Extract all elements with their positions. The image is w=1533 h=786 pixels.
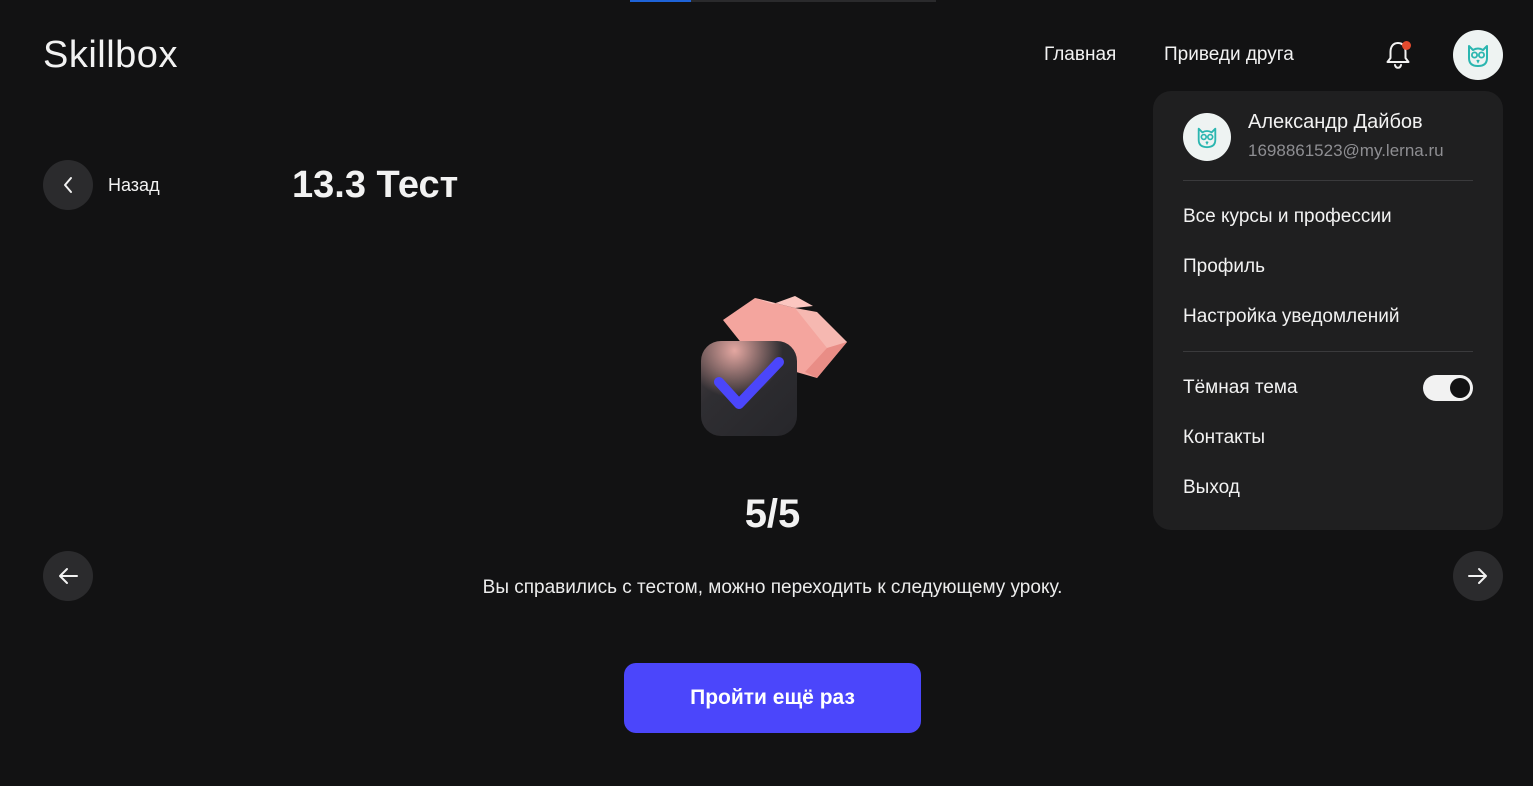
retry-test-button[interactable]: Пройти ещё раз	[624, 663, 921, 733]
menu-divider	[1183, 351, 1473, 352]
user-name: Александр Дайбов	[1248, 111, 1423, 133]
menu-divider	[1183, 180, 1473, 181]
nav-home-link[interactable]: Главная	[1044, 44, 1116, 66]
menu-item-logout[interactable]: Выход	[1183, 477, 1240, 499]
back-button[interactable]	[43, 160, 93, 210]
owl-avatar-icon	[1468, 45, 1488, 67]
menu-item-contacts[interactable]: Контакты	[1183, 427, 1265, 449]
user-menu-avatar	[1183, 113, 1231, 161]
top-progress-bar	[630, 0, 936, 2]
menu-item-notification-settings[interactable]: Настройка уведомлений	[1183, 306, 1399, 328]
completion-message: Вы справились с тестом, можно переходить…	[482, 577, 1063, 598]
page-title: 13.3 Тест	[292, 164, 459, 206]
back-label[interactable]: Назад	[108, 175, 160, 196]
user-avatar-button[interactable]	[1453, 30, 1503, 80]
test-complete-illustration	[701, 296, 847, 436]
top-progress-fill	[630, 0, 692, 2]
nav-invite-friend-link[interactable]: Приведи друга	[1164, 44, 1294, 66]
menu-item-dark-theme: Тёмная тема	[1183, 377, 1298, 398]
chevron-left-icon	[64, 177, 72, 193]
menu-item-profile[interactable]: Профиль	[1183, 256, 1265, 278]
owl-avatar-icon	[1197, 127, 1217, 149]
previous-lesson-button[interactable]	[43, 551, 93, 601]
skillbox-logo[interactable]: Skillbox	[43, 34, 178, 77]
user-menu-dropdown: Александр Дайбов 1698861523@my.lerna.ru …	[1153, 91, 1503, 530]
user-email: 1698861523@my.lerna.ru	[1248, 141, 1444, 160]
arrow-right-icon	[1468, 568, 1487, 584]
arrow-left-icon	[59, 568, 78, 584]
toggle-knob	[1450, 378, 1470, 398]
dark-theme-toggle[interactable]	[1423, 375, 1473, 401]
notification-dot	[1402, 41, 1411, 50]
menu-item-all-courses[interactable]: Все курсы и профессии	[1183, 206, 1392, 228]
next-lesson-button[interactable]	[1453, 551, 1503, 601]
